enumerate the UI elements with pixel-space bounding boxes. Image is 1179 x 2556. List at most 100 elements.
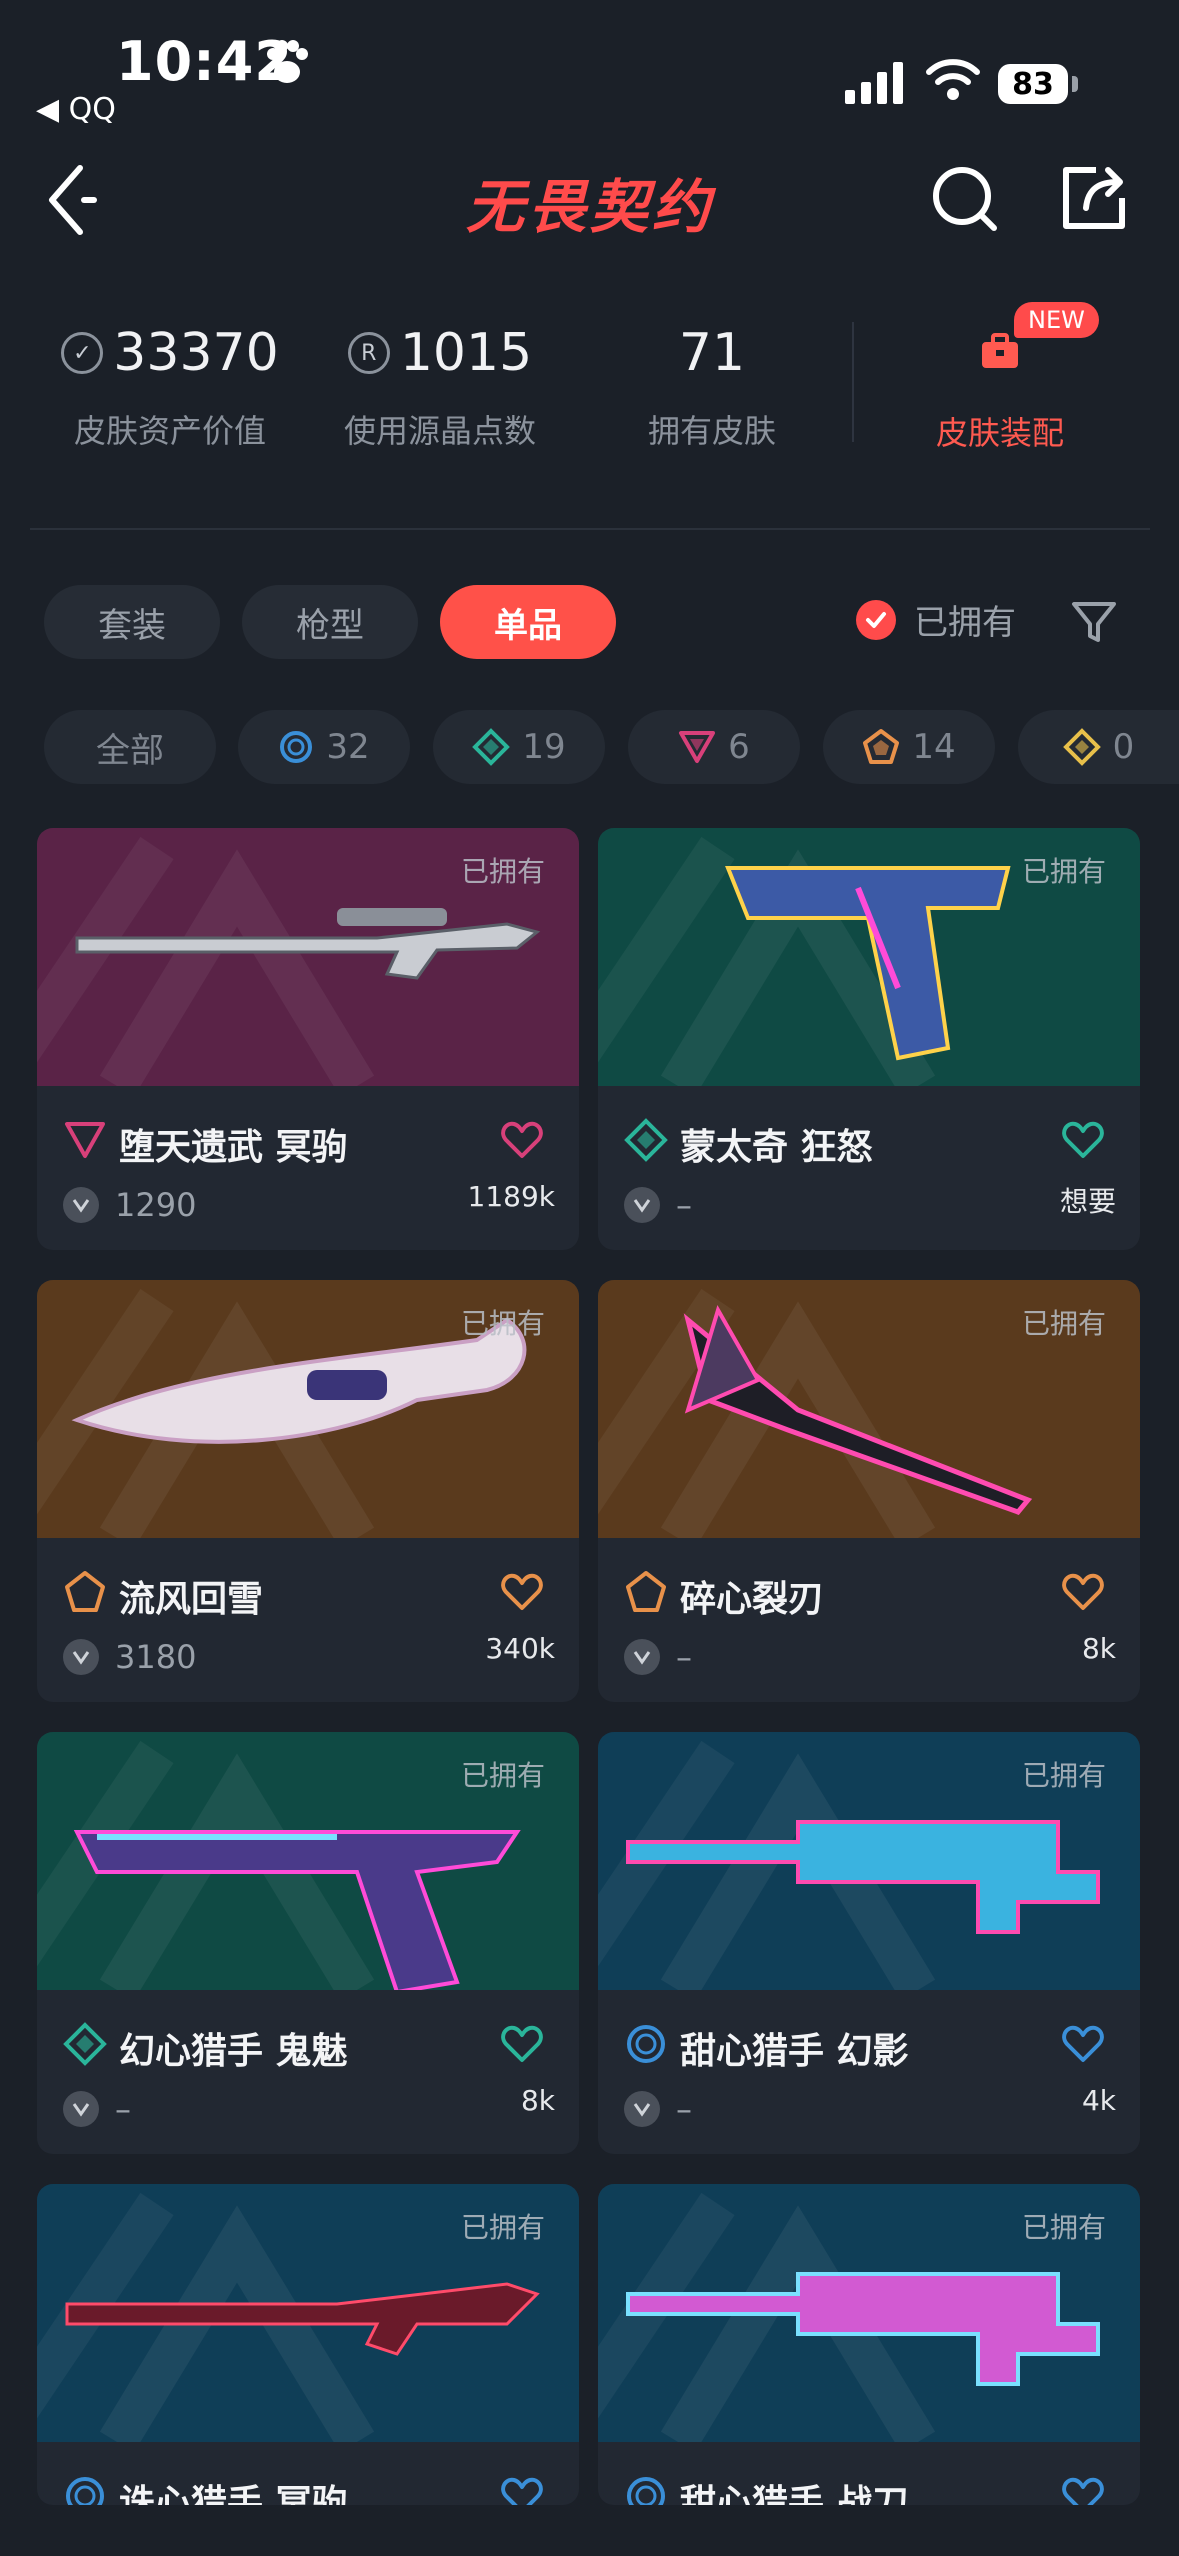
vp-coin-icon — [63, 1639, 99, 1675]
skin-name: 甜心猎手 幻影 — [680, 2031, 909, 2072]
skin-card[interactable]: 已拥有 幻心猎手 鬼魅 – 8k — [37, 1732, 579, 2154]
heart-icon[interactable] — [501, 1120, 543, 1160]
skin-card[interactable]: 已拥有 蒙太奇 狂怒 – 想要 — [598, 828, 1140, 1250]
rarity-chip-exclusive[interactable]: 14 — [823, 710, 995, 784]
rarity-chip-ultra[interactable]: 0 — [1018, 710, 1179, 784]
skin-name: 诛心猎手 冥驹 — [119, 2483, 348, 2505]
tab-weapon-type[interactable]: 枪型 — [242, 585, 418, 659]
heart-icon[interactable] — [501, 1572, 543, 1612]
heart-icon[interactable] — [1062, 1572, 1104, 1612]
owned-tag: 已拥有 — [460, 1759, 545, 1792]
skin-price: – — [115, 2090, 131, 2128]
rarity-chip-premium[interactable]: 6 — [628, 710, 800, 784]
skin-price: – — [676, 1186, 692, 1224]
signal-icon — [845, 62, 903, 104]
stat-label: 皮肤资产价值 — [73, 412, 266, 450]
price-row: – — [624, 1186, 692, 1224]
owned-tag: 已拥有 — [460, 2211, 545, 2244]
vp-coin-icon: ✓ — [61, 332, 104, 374]
price-row: – — [63, 2090, 131, 2128]
select-tier-icon — [280, 731, 313, 763]
skin-card[interactable]: 已拥有堕天遗武 冥驹 1290 1189k — [37, 828, 579, 1250]
rarity-tier-icon — [624, 1118, 668, 1162]
price-row: 1290 — [63, 1186, 196, 1224]
chip-label: 19 — [522, 727, 566, 767]
share-icon[interactable] — [1056, 160, 1132, 236]
stats-divider — [852, 322, 854, 442]
owned-filter-toggle[interactable]: 已拥有 — [856, 595, 1016, 644]
stat-skin-value: ✓ 33370 皮肤资产价值 — [50, 318, 290, 452]
exclusive-tier-icon — [863, 729, 900, 764]
skin-card[interactable]: 已拥有 流风回雪 3180 340k — [37, 1280, 579, 1702]
battery-tip — [1072, 76, 1078, 92]
vp-coin-icon — [63, 1187, 99, 1223]
back-icon[interactable] — [40, 160, 100, 240]
wishlist-count: 4k — [1081, 2084, 1116, 2117]
rarity-chip-all[interactable]: 全部 — [44, 710, 216, 784]
stat-value: 71 — [678, 323, 746, 383]
skin-card[interactable]: 已拥有诛心猎手 冥驹 — [37, 2184, 579, 2505]
skin-card[interactable]: 已拥有甜心猎手 战刀 — [598, 2184, 1140, 2505]
loadout-label: 皮肤装配 — [935, 414, 1064, 452]
heart-icon[interactable] — [501, 2024, 543, 2064]
skin-name: 幻心猎手 鬼魅 — [119, 2031, 348, 2072]
owned-tag: 已拥有 — [1021, 2211, 1106, 2244]
stat-radianite: R 1015 使用源晶点数 — [320, 318, 560, 452]
filter-icon[interactable] — [1070, 598, 1118, 646]
new-badge: NEW — [1014, 302, 1099, 338]
loadout-button[interactable]: 皮肤装配 — [880, 330, 1120, 454]
vp-coin-icon — [624, 2091, 660, 2127]
heart-icon[interactable] — [501, 2476, 543, 2505]
stat-owned-skins: 71 拥有皮肤 — [592, 318, 832, 452]
heart-icon[interactable] — [1062, 2476, 1104, 2505]
skin-name: 碎心裂刃 — [680, 1579, 825, 1620]
rarity-tier-icon — [627, 2025, 665, 2063]
owned-tag: 已拥有 — [460, 1307, 545, 1340]
page-title: 无畏契约 — [465, 173, 714, 241]
rarity-chip-select[interactable]: 32 — [238, 710, 410, 784]
back-to-app[interactable]: ◀ QQ — [36, 92, 116, 127]
radianite-icon: R — [347, 332, 390, 374]
heart-icon[interactable] — [1062, 2024, 1104, 2064]
vp-coin-icon — [624, 1639, 660, 1675]
wifi-icon — [926, 59, 980, 100]
skin-card[interactable]: 已拥有 碎心裂刃 – 8k — [598, 1280, 1140, 1702]
skin-price: 3180 — [115, 1638, 197, 1676]
wishlist-count: 想要 — [1059, 1185, 1116, 1218]
heart-icon[interactable] — [1062, 1120, 1104, 1160]
skin-name: 堕天遗武 冥驹 — [119, 1127, 348, 1168]
vp-coin-icon — [63, 2091, 99, 2127]
deluxe-tier-icon — [472, 728, 511, 766]
wishlist-count: 8k — [1081, 1632, 1116, 1665]
ultra-tier-icon — [1062, 728, 1101, 766]
stat-label: 使用源晶点数 — [343, 412, 536, 450]
wishlist-count: 340k — [485, 1632, 555, 1665]
section-divider — [30, 528, 1150, 530]
rarity-tier-icon — [65, 1122, 105, 1158]
battery-indicator: 83 — [998, 64, 1068, 104]
rarity-tier-icon — [63, 2022, 107, 2066]
stat-value: 1015 — [399, 323, 533, 383]
chip-label: 0 — [1112, 727, 1135, 767]
price-row: – — [624, 2090, 692, 2128]
rarity-tier-icon — [66, 2477, 104, 2505]
skin-price: – — [676, 2090, 692, 2128]
skin-card[interactable]: 已拥有 甜心猎手 幻影 – 4k — [598, 1732, 1140, 2154]
tab-suits[interactable]: 套装 — [44, 585, 220, 659]
price-row: 3180 — [63, 1638, 196, 1676]
wishlist-count: 1189k — [467, 1180, 555, 1213]
rarity-tier-icon — [626, 1571, 666, 1612]
tab-single-items[interactable]: 单品 — [440, 585, 616, 659]
owned-filter-label: 已拥有 — [914, 603, 1016, 643]
owned-tag: 已拥有 — [460, 855, 545, 888]
premium-tier-icon — [679, 731, 716, 763]
check-icon — [856, 599, 896, 640]
stat-value: 33370 — [113, 323, 279, 383]
rarity-tier-icon — [627, 2477, 665, 2505]
skin-price: 1290 — [115, 1186, 197, 1224]
rarity-chip-deluxe[interactable]: 19 — [433, 710, 605, 784]
search-icon[interactable] — [926, 160, 1002, 236]
chip-label: 14 — [912, 727, 956, 767]
skin-name: 甜心猎手 战刀 — [680, 2483, 909, 2505]
chip-label: 32 — [326, 727, 370, 767]
